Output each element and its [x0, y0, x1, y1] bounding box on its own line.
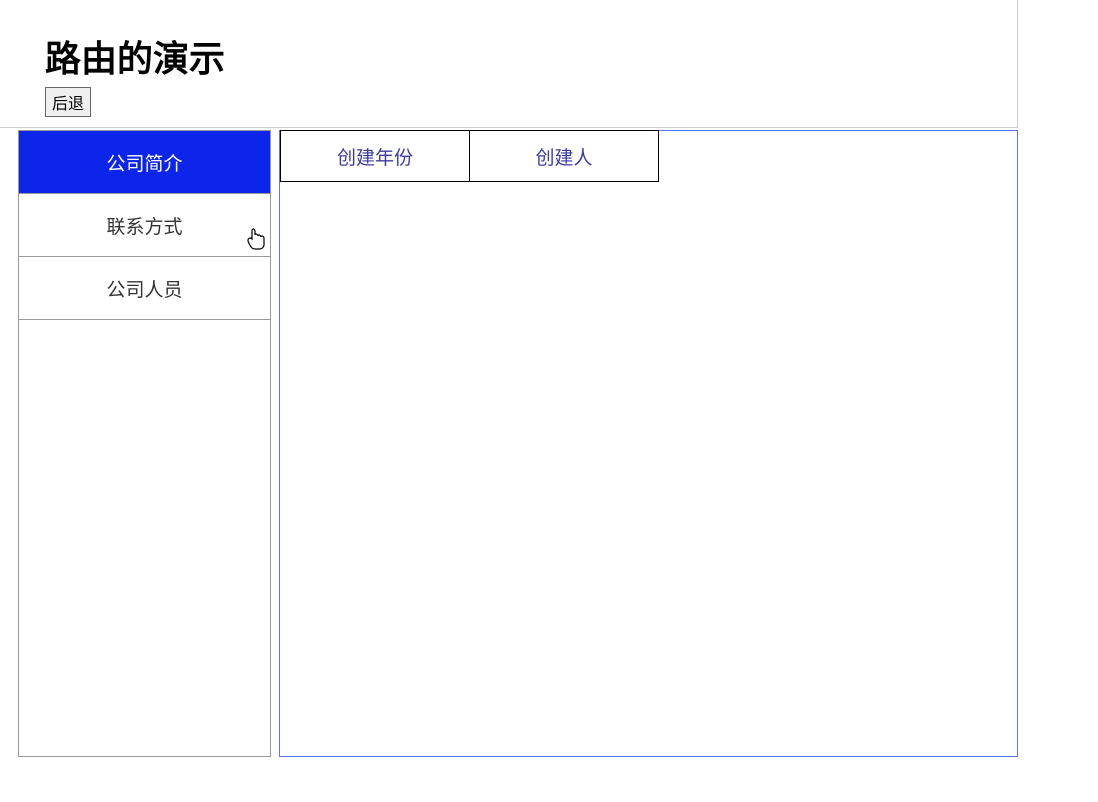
- sidebar: 公司简介 联系方式 公司人员: [18, 130, 271, 757]
- main-area: 公司简介 联系方式 公司人员 创建年份 创建人: [0, 130, 1098, 757]
- tab-creator[interactable]: 创建人: [469, 130, 659, 182]
- sidebar-item-contact[interactable]: 联系方式: [19, 194, 270, 257]
- page-title: 路由的演示: [45, 30, 972, 82]
- tabs: 创建年份 创建人: [280, 131, 1017, 182]
- sidebar-item-label: 联系方式: [106, 212, 182, 239]
- content-panel: 创建年份 创建人: [279, 130, 1018, 757]
- header: 路由的演示 后退: [0, 0, 1018, 128]
- sidebar-item-label: 公司简介: [106, 149, 182, 176]
- sidebar-item-staff[interactable]: 公司人员: [19, 257, 270, 320]
- tab-label: 创建人: [535, 143, 592, 170]
- sidebar-item-company-intro[interactable]: 公司简介: [19, 131, 270, 194]
- back-button[interactable]: 后退: [45, 87, 91, 117]
- tab-label: 创建年份: [337, 143, 413, 170]
- sidebar-item-label: 公司人员: [106, 275, 182, 302]
- page-container: 路由的演示 后退 公司简介 联系方式 公司人员 创建年份 创建人: [0, 0, 1098, 802]
- tab-creation-year[interactable]: 创建年份: [280, 130, 470, 182]
